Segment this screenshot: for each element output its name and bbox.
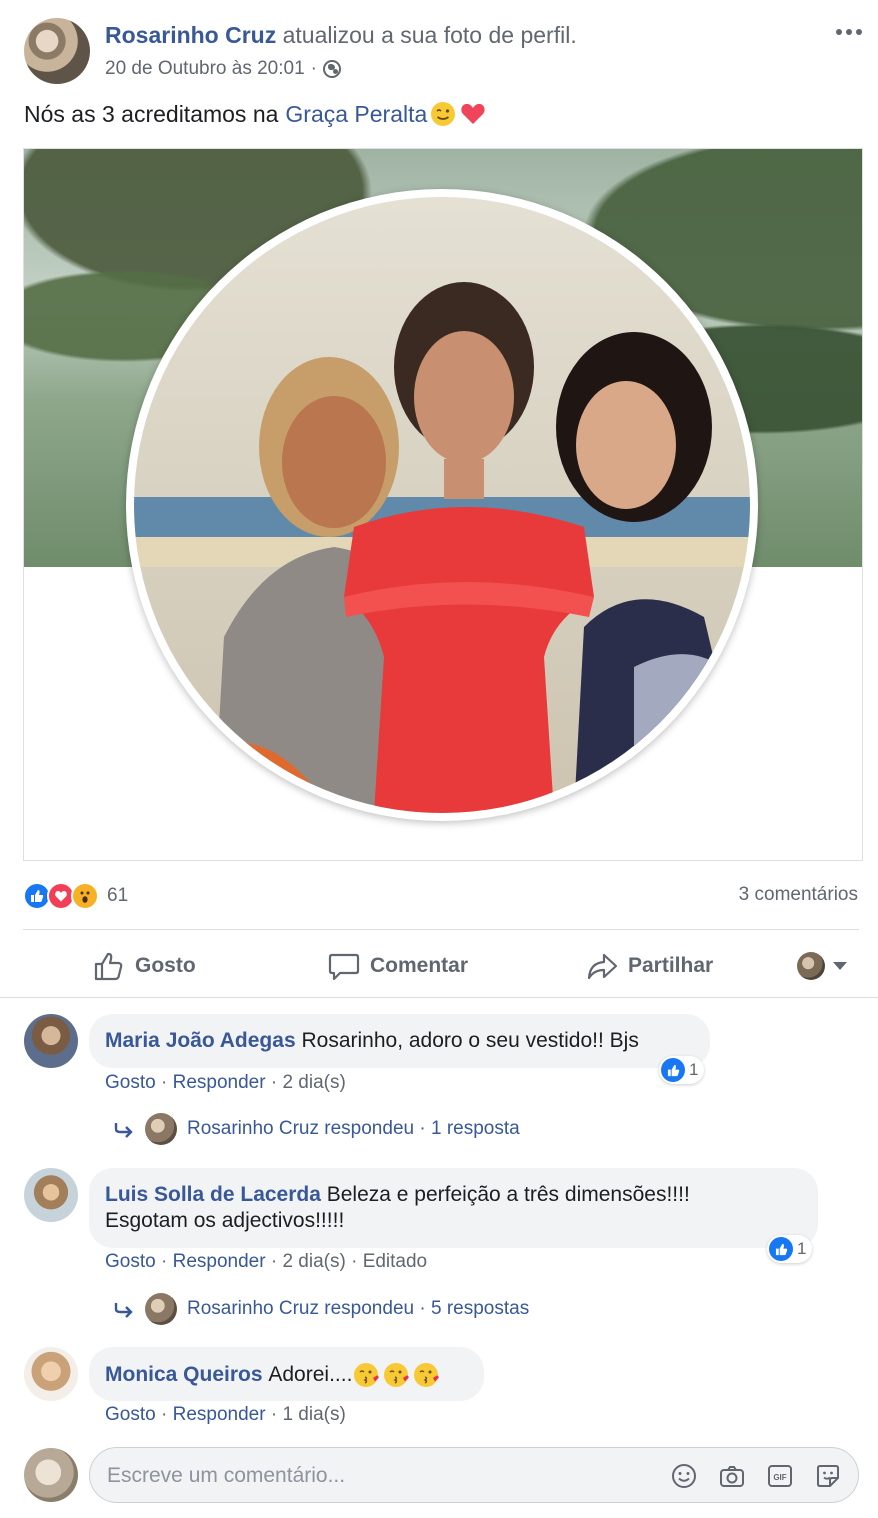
comment-reply-link[interactable]: Responder <box>173 1251 266 1272</box>
post-timestamp[interactable]: 20 de Outubro às 20:01 <box>105 58 305 80</box>
comment-author-link[interactable]: Maria João Adegas <box>105 1029 296 1052</box>
comment-like-badge[interactable]: 1 <box>659 1056 705 1084</box>
like-badge-icon <box>769 1237 793 1261</box>
wink-emoji-icon <box>431 102 456 126</box>
like-badge-icon <box>661 1058 685 1082</box>
comment-reply-link[interactable]: Responder <box>173 1072 266 1093</box>
caption-text: Nós as 3 acreditamos na <box>24 100 279 127</box>
emoji-icon[interactable] <box>670 1462 698 1490</box>
reply-arrow-icon <box>114 1303 133 1318</box>
comment-text: Rosarinho, adoro o seu vestido!! Bjs <box>301 1029 639 1052</box>
like-button[interactable]: Gosto <box>93 940 196 992</box>
gif-icon[interactable]: GIF <box>766 1462 794 1490</box>
composer-icons: GIF <box>670 1462 842 1490</box>
current-user-avatar <box>24 1448 78 1502</box>
thumbs-up-icon <box>94 952 123 981</box>
mention-link[interactable]: Graça Peralta <box>285 101 427 128</box>
comment-reply-link[interactable]: Responder <box>173 1404 266 1425</box>
reaction-count: 61 <box>107 885 129 906</box>
comment-button[interactable]: Comentar <box>328 940 468 992</box>
comment-text: Adorei.... <box>268 1363 353 1386</box>
replier-avatar <box>145 1293 177 1325</box>
divider <box>23 929 859 930</box>
like-button-label: Gosto <box>135 954 196 977</box>
comment-author-link[interactable]: Monica Queiros <box>105 1362 263 1388</box>
comment-like-link[interactable]: Gosto <box>105 1251 156 1272</box>
comment-like-count: 1 <box>797 1239 807 1258</box>
comment-avatar[interactable] <box>24 1168 78 1222</box>
comment-age[interactable]: 1 dia(s) <box>282 1404 345 1425</box>
replier-avatar <box>145 1113 177 1145</box>
comment-as-selector[interactable] <box>797 952 847 980</box>
reactions-summary[interactable]: 61 <box>23 880 128 912</box>
post-action-text: atualizou a sua foto de perfil. <box>282 22 577 48</box>
globe-icon[interactable] <box>322 60 341 78</box>
more-options-icon[interactable] <box>836 22 866 42</box>
svg-text:GIF: GIF <box>773 1473 786 1482</box>
comment-age[interactable]: 2 dia(s) <box>282 1072 345 1093</box>
profile-picture-circle <box>126 189 758 821</box>
sticker-icon[interactable] <box>814 1462 842 1490</box>
reply-count: 5 respostas <box>430 1298 530 1319</box>
kiss-emoji-icon <box>354 1363 440 1387</box>
divider <box>0 997 878 998</box>
camera-icon[interactable] <box>718 1462 746 1490</box>
commenter-avatar <box>797 952 825 980</box>
comment-like-link[interactable]: Gosto <box>105 1404 156 1425</box>
comment-text-line2: Esgotam os adjectivos!!!!! <box>105 1209 345 1232</box>
share-button[interactable]: Partilhar <box>586 940 713 992</box>
post-caption: Nós as 3 acreditamos na Graça Peralta <box>24 100 487 128</box>
comment-bubble: Maria João Adegas Rosarinho, adoro o seu… <box>89 1014 710 1068</box>
post-action-bar: Gosto Comentar Partilhar <box>23 940 859 992</box>
author-name-link[interactable]: Rosarinho Cruz <box>105 22 276 48</box>
author-avatar[interactable] <box>24 18 90 84</box>
caret-down-icon <box>833 962 847 970</box>
comment-input[interactable] <box>107 1461 647 1491</box>
replies-link[interactable]: Rosarinho Cruz respondeu · 1 resposta <box>113 1113 520 1145</box>
reply-arrow-icon <box>114 1123 133 1138</box>
profile-photo-frame[interactable] <box>23 148 863 861</box>
replier-name: Rosarinho Cruz respondeu <box>187 1298 415 1319</box>
post-header-line: Rosarinho Cruz atualizou a sua foto de p… <box>105 22 577 49</box>
heart-emoji-icon <box>461 103 485 124</box>
post-meta: 20 de Outubro às 20:01 · <box>105 58 341 80</box>
comment-like-link[interactable]: Gosto <box>105 1072 156 1093</box>
comment-avatar[interactable] <box>24 1014 78 1068</box>
share-button-label: Partilhar <box>628 954 714 977</box>
comment-composer[interactable]: GIF <box>89 1447 859 1503</box>
replies-link[interactable]: Rosarinho Cruz respondeu · 5 respostas <box>113 1293 529 1325</box>
reply-count: 1 resposta <box>430 1118 520 1139</box>
comment-button-label: Comentar <box>370 954 469 977</box>
wow-reaction-icon <box>71 882 99 910</box>
comment-author-link[interactable]: Luis Solla de Lacerda <box>105 1183 321 1206</box>
comment-age[interactable]: 2 dia(s) <box>282 1251 345 1272</box>
comment-like-count: 1 <box>689 1060 699 1079</box>
meta-separator: · <box>310 58 317 79</box>
comment-meta: Gosto · Responder · 1 dia(s) <box>105 1404 346 1425</box>
speech-bubble-icon <box>328 953 360 981</box>
share-arrow-icon <box>587 953 618 980</box>
comment-edited-label[interactable]: Editado <box>363 1251 427 1272</box>
comments-count-link[interactable]: 3 comentários <box>739 884 858 906</box>
replier-name: Rosarinho Cruz respondeu <box>187 1118 415 1139</box>
comment-bubble: Monica Queiros Adorei.... <box>89 1347 484 1401</box>
comment-meta: Gosto · Responder · 2 dia(s) <box>105 1072 346 1093</box>
comment-bubble: Luis Solla de Lacerda Beleza e perfeição… <box>89 1168 818 1248</box>
feed-post: Rosarinho Cruz atualizou a sua foto de p… <box>0 0 878 1518</box>
comment-like-badge[interactable]: 1 <box>767 1235 813 1263</box>
comment-text-line1: Beleza e perfeição a três dimensões!!!! <box>326 1183 690 1206</box>
profile-picture-photo <box>134 197 750 813</box>
comment-meta: Gosto · Responder · 2 dia(s) · Editado <box>105 1251 428 1272</box>
comment-avatar[interactable] <box>24 1347 78 1401</box>
